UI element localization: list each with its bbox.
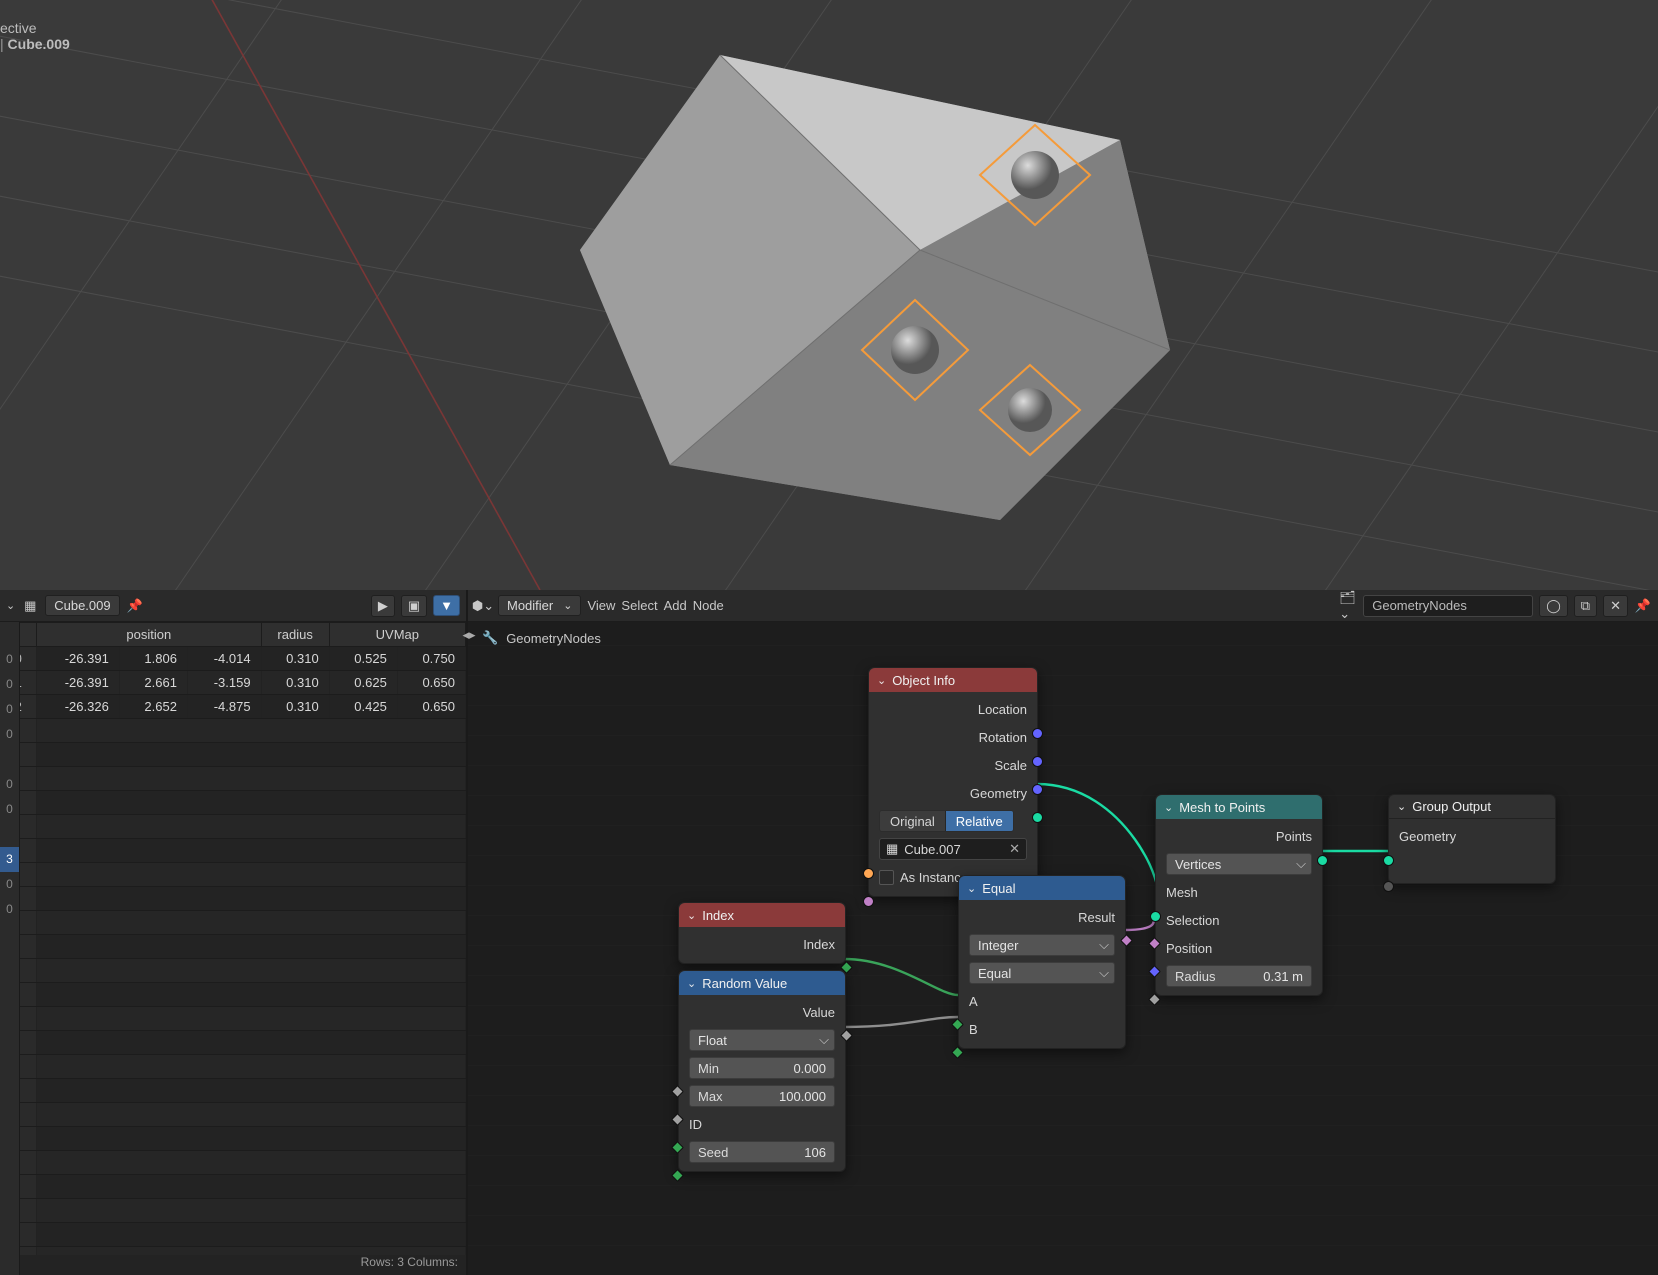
node-title: Mesh to Points	[1179, 800, 1265, 815]
node-title: Equal	[982, 881, 1015, 896]
node-title: Object Info	[892, 673, 955, 688]
random-id-label: ID	[689, 1117, 702, 1132]
selected-only-icon[interactable]: ▶	[371, 595, 395, 617]
chevron-down-icon[interactable]: ⌄	[687, 909, 696, 922]
domain-strip-item[interactable]: 3	[0, 847, 19, 872]
domain-strip-item[interactable]: 0	[0, 897, 19, 922]
viewport-3d[interactable]: ective | Cube.009	[0, 0, 1658, 590]
editor-type-icon[interactable]: ⬢⌄	[474, 597, 492, 615]
object-data-icon: ▦	[21, 597, 39, 615]
spreadsheet-panel: ⌄ ▦ Cube.009 📌 ▶ ▣ ▼ position radius UVM…	[0, 590, 468, 1275]
filter-icon[interactable]: ▼	[433, 595, 460, 616]
random-max-field[interactable]: Max100.000	[689, 1085, 835, 1107]
domain-strip-item[interactable]: 0	[0, 672, 19, 697]
domain-strip-item[interactable]: 0	[0, 647, 19, 672]
domain-strip-item[interactable]	[0, 622, 19, 647]
in-position: Position	[1166, 941, 1212, 956]
node-compare-equal[interactable]: ⌄ Equal Result Integer Equal A B	[958, 875, 1126, 1049]
table-row: 1 -26.3912.661-3.159 0.310 0.6250.650	[1, 671, 466, 695]
node-breadcrumb[interactable]: 🔧 GeometryNodes	[482, 630, 601, 646]
node-mesh-to-points[interactable]: ⌄ Mesh to Points Points Vertices Mesh Sel…	[1155, 794, 1323, 996]
menu-select[interactable]: Select	[621, 598, 657, 613]
in-b: B	[969, 1022, 978, 1037]
unlink-icon[interactable]: ✕	[1603, 595, 1628, 617]
in-selection: Selection	[1166, 913, 1219, 928]
domain-strip-item[interactable]: 0	[0, 797, 19, 822]
col-position: position	[37, 623, 262, 647]
table-row: 0 -26.3911.806-4.014 0.310 0.5250.750	[1, 647, 466, 671]
chevron-down-icon[interactable]: ⌄	[687, 977, 696, 990]
random-type-dropdown[interactable]: Float	[689, 1029, 835, 1051]
domain-strip-item[interactable]	[0, 822, 19, 847]
spreadsheet-table[interactable]: position radius UVMap 0 -26.3911.806-4.0…	[0, 622, 466, 1255]
in-a: A	[969, 994, 978, 1009]
modifier-icon: 🔧	[482, 630, 498, 646]
browse-tree-icon[interactable]: 🗂⌄	[1339, 597, 1357, 615]
random-seed-field[interactable]: Seed106	[689, 1141, 835, 1163]
out-location: Location	[978, 702, 1027, 717]
in-mesh: Mesh	[1166, 885, 1198, 900]
toggle-icon[interactable]: ▣	[401, 595, 427, 617]
mtp-mode-dropdown[interactable]: Vertices	[1166, 853, 1312, 875]
tree-type-dropdown[interactable]: Modifier⌄	[498, 595, 581, 616]
out-rotation: Rotation	[979, 730, 1027, 745]
chevron-down-icon[interactable]: ⌄	[1164, 801, 1173, 814]
pin-icon[interactable]: 📌	[1634, 597, 1652, 615]
out-value: Value	[803, 1005, 835, 1020]
overlay-line1: ective	[0, 20, 70, 36]
cube-object	[580, 55, 1170, 520]
tree-name-field[interactable]: GeometryNodes	[1363, 595, 1533, 617]
spreadsheet-object-name[interactable]: Cube.009	[45, 595, 119, 616]
table-row: 2 -26.3262.652-4.875 0.310 0.4250.650	[1, 695, 466, 719]
node-group-output[interactable]: ⌄ Group Output Geometry	[1388, 794, 1556, 884]
domain-strip-item[interactable]: 0	[0, 872, 19, 897]
transform-mode-toggle[interactable]: Original Relative	[879, 810, 1014, 832]
node-title: Random Value	[702, 976, 787, 991]
spreadsheet-footer: Rows: 3 Columns:	[0, 1255, 466, 1275]
node-index[interactable]: ⌄ Index Index	[678, 902, 846, 964]
compare-op-dropdown[interactable]: Equal	[969, 962, 1115, 984]
out-scale: Scale	[994, 758, 1027, 773]
menu-node[interactable]: Node	[693, 598, 724, 613]
domain-strip-item[interactable]	[0, 747, 19, 772]
overlay-active-object: Cube.009	[8, 36, 70, 52]
col-uvmap: UVMap	[329, 623, 465, 647]
duplicate-icon[interactable]: ⧉	[1574, 595, 1597, 617]
chevron-down-icon[interactable]: ⌄	[967, 882, 976, 895]
node-title: Group Output	[1412, 799, 1491, 814]
node-title: Index	[702, 908, 734, 923]
menu-view[interactable]: View	[587, 598, 615, 613]
out-geometry: Geometry	[970, 786, 1027, 801]
node-random-value[interactable]: ⌄ Random Value Value Float Min0.000 Max10…	[678, 970, 846, 1172]
viewport-overlay: ective | Cube.009	[0, 20, 70, 52]
mtp-radius-field[interactable]: Radius0.31 m	[1166, 965, 1312, 987]
expand-collapse-icon[interactable]: ◂▸	[460, 622, 478, 648]
random-min-field[interactable]: Min0.000	[689, 1057, 835, 1079]
object-icon: ▦	[886, 841, 898, 857]
shield-icon[interactable]: ◯	[1539, 595, 1568, 617]
chevron-down-icon[interactable]: ⌄	[1397, 800, 1406, 813]
chevron-down-icon[interactable]: ⌄	[877, 674, 886, 687]
node-editor-header: ⬢⌄ Modifier⌄ View Select Add Node 🗂⌄ Geo…	[468, 590, 1658, 622]
compare-type-dropdown[interactable]: Integer	[969, 934, 1115, 956]
out-result: Result	[1078, 910, 1115, 925]
col-radius: radius	[261, 623, 329, 647]
out-index: Index	[803, 937, 835, 952]
domain-strip-item[interactable]: 0	[0, 772, 19, 797]
in-geometry: Geometry	[1399, 829, 1456, 844]
pin-icon[interactable]: 📌	[126, 597, 144, 615]
node-object-info[interactable]: ⌄ Object Info Location Rotation Scale Geo…	[868, 667, 1038, 897]
spreadsheet-header: ⌄ ▦ Cube.009 📌 ▶ ▣ ▼	[0, 590, 466, 622]
node-editor-panel[interactable]: ⬢⌄ Modifier⌄ View Select Add Node 🗂⌄ Geo…	[468, 590, 1658, 1275]
chevron-down-icon[interactable]: ⌄	[6, 599, 15, 612]
out-points: Points	[1276, 829, 1312, 844]
clear-icon[interactable]: ✕	[1009, 841, 1020, 857]
domain-strip[interactable]: 000000300	[0, 622, 20, 1275]
menu-add[interactable]: Add	[664, 598, 687, 613]
object-link-field[interactable]: ▦Cube.007✕	[879, 838, 1027, 860]
as-instance-checkbox[interactable]	[879, 870, 894, 885]
domain-strip-item[interactable]: 0	[0, 697, 19, 722]
domain-strip-item[interactable]: 0	[0, 722, 19, 747]
